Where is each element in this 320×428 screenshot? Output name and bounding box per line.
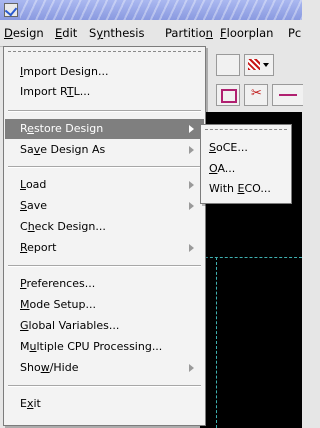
window-title-bar	[0, 0, 302, 20]
menu-item-exit[interactable]: Exit	[5, 394, 204, 414]
menu-partition[interactable]: Partition	[165, 26, 213, 40]
menu-item-global-variables[interactable]: Global Variables...	[5, 316, 204, 336]
pattern-dropdown-icon[interactable]	[244, 54, 274, 76]
menu-item-show-hide[interactable]: Show/Hide	[5, 358, 204, 378]
menu-item-preferences[interactable]: Preferences...	[5, 274, 204, 294]
menu-item-import-rtl[interactable]: Import RTL...	[5, 82, 204, 102]
restore-design-submenu: SoCE... OA... With ECO...	[200, 124, 292, 204]
menu-item-check-design[interactable]: Check Design...	[5, 217, 204, 237]
menu-item-report[interactable]: Report	[5, 238, 204, 258]
menu-edit[interactable]: Edit	[55, 26, 77, 40]
submenu-item-with-eco[interactable]: With ECO...	[202, 179, 290, 199]
window-menu-icon[interactable]	[4, 3, 18, 17]
pen-tool-icon[interactable]	[216, 54, 240, 76]
menu-item-mode-setup[interactable]: Mode Setup...	[5, 295, 204, 315]
move-icon[interactable]	[272, 84, 303, 106]
submenu-item-soce[interactable]: SoCE...	[202, 138, 290, 158]
separator	[8, 110, 201, 112]
menu-item-multiple-cpu-processing[interactable]: Multiple CPU Processing...	[5, 337, 204, 357]
cut-icon[interactable]: ✂	[244, 84, 268, 106]
menu-item-import-design[interactable]: Import Design...	[5, 62, 204, 82]
submenu-item-oa[interactable]: OA...	[202, 159, 290, 179]
select-area-icon[interactable]	[216, 84, 240, 106]
submenu-arrow-icon	[189, 181, 194, 189]
menu-floorplan[interactable]: Floorplan	[220, 26, 273, 40]
submenu-arrow-icon	[189, 364, 194, 372]
title-bar-stripes	[20, 0, 302, 20]
menu-design[interactable]: Design	[4, 26, 44, 40]
menu-power-partial[interactable]: Pc	[288, 26, 301, 40]
layout-guide-vertical	[216, 257, 217, 428]
design-menu: Import Design... Import RTL... Restore D…	[3, 46, 206, 426]
separator	[8, 385, 201, 387]
menu-bar: Design Edit Synthesis Partition Floorpla…	[0, 20, 302, 47]
menu-item-save-design-as[interactable]: Save Design As	[5, 140, 204, 160]
toolbar: ✂	[200, 46, 303, 112]
menu-item-restore-design[interactable]: Restore Design	[5, 119, 204, 139]
submenu-arrow-icon	[189, 202, 194, 210]
submenu-arrow-icon	[189, 125, 194, 133]
tear-off-line[interactable]	[8, 51, 201, 52]
separator	[8, 166, 201, 168]
tear-off-line[interactable]	[205, 129, 287, 130]
menu-item-save[interactable]: Save	[5, 196, 204, 216]
menu-item-load[interactable]: Load	[5, 175, 204, 195]
menu-synthesis[interactable]: Synthesis	[89, 26, 144, 40]
submenu-arrow-icon	[189, 146, 194, 154]
separator	[8, 265, 201, 267]
submenu-arrow-icon	[189, 244, 194, 252]
